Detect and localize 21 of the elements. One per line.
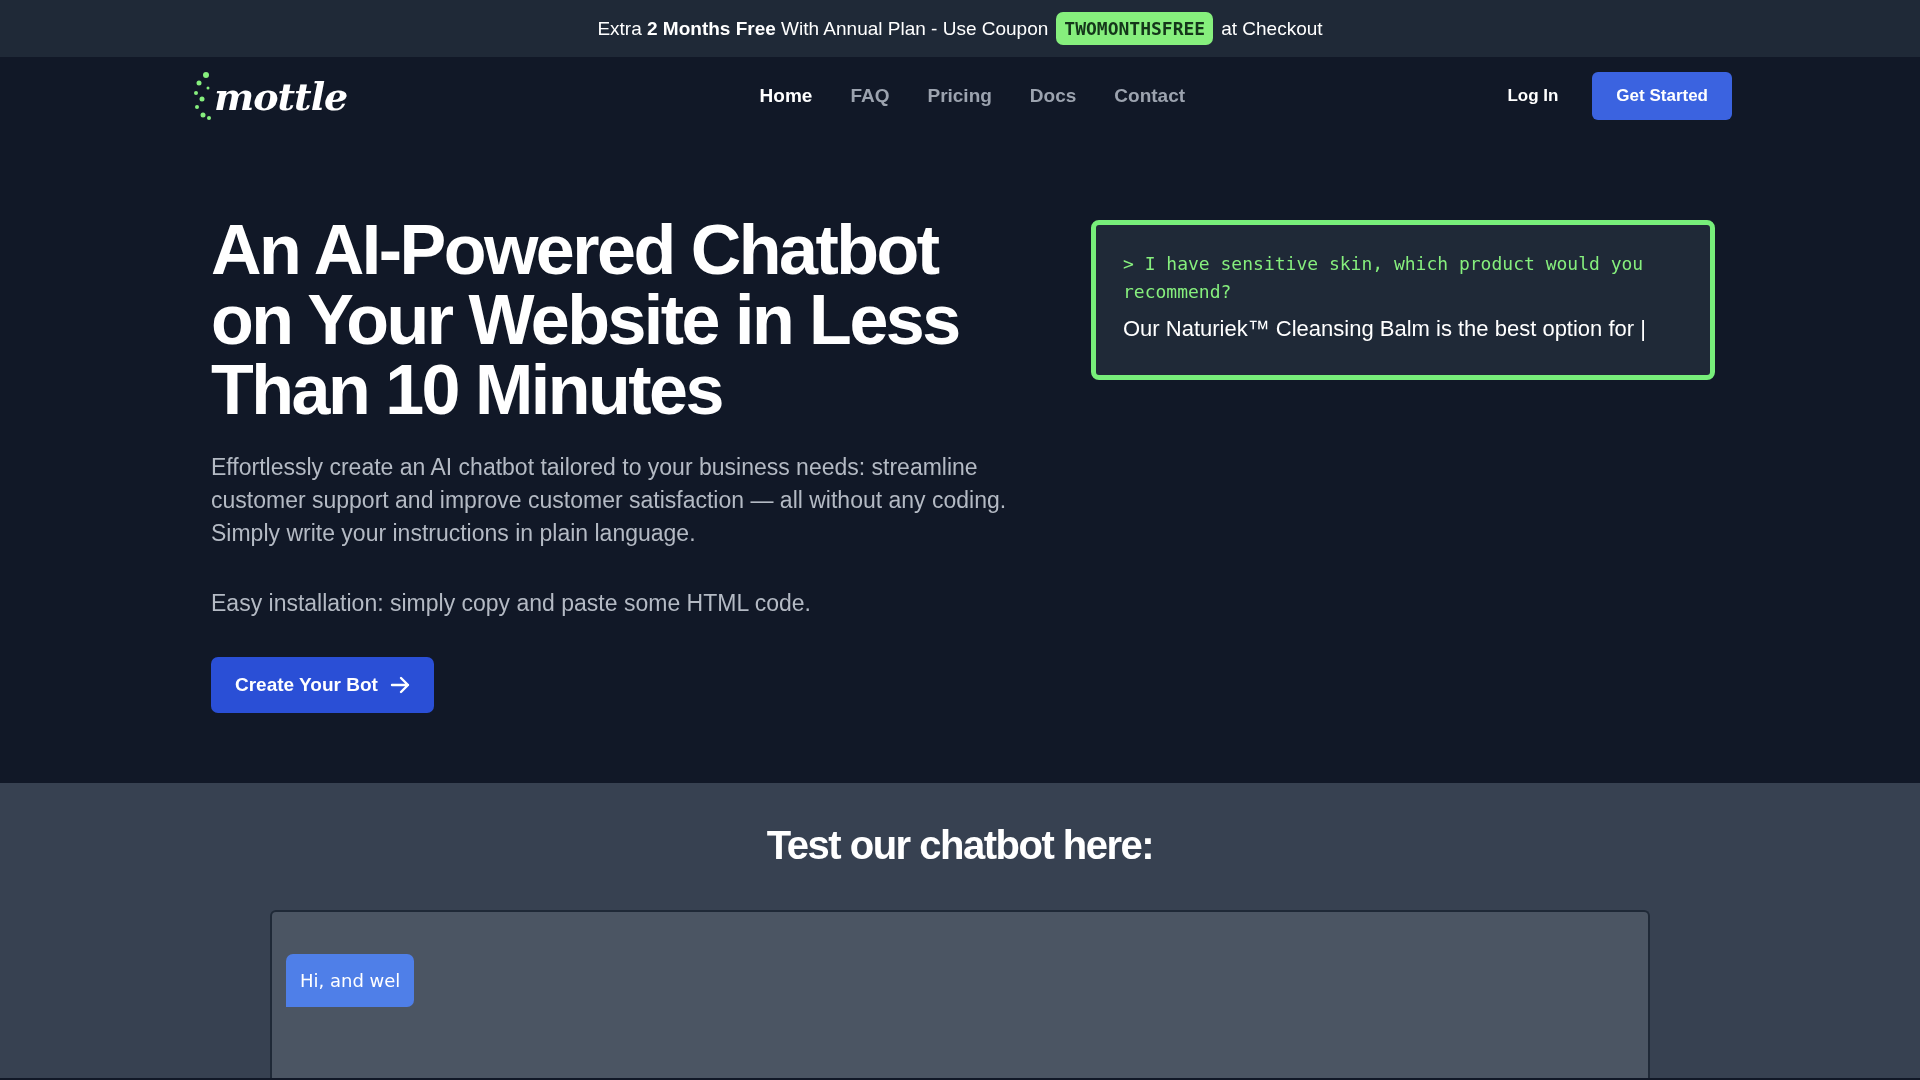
announcement-text: at Checkout	[1221, 17, 1323, 40]
hero-description: Effortlessly create an AI chatbot tailored to your business needs: streamline customer support and improve customer satisfaction — all without any coding. Simply write your instructions in plain language.	[211, 453, 1008, 548]
nav-link[interactable]: Home	[759, 85, 813, 107]
demo-prompt: > I have sensitive skin, which product would you recommend?	[1123, 252, 1645, 304]
chat-bubble: Hi, and wel	[286, 954, 415, 1007]
logo[interactable]: mottle	[194, 71, 348, 121]
nav-link[interactable]: Docs	[1029, 85, 1077, 107]
announcement-text: Extra 2 Months Free With Annual Plan - Use Coupon	[597, 17, 1049, 40]
login-link[interactable]: Log In	[1507, 86, 1559, 106]
create-bot-button[interactable]: Create Your Bot	[211, 657, 434, 713]
coupon-code: TWOMONTHSFREE	[1056, 12, 1214, 45]
hero-title: An AI-Powered Chatbot on Your Website in Less Than 10 Minutes	[211, 215, 960, 425]
get-started-button[interactable]: Get Started	[1592, 72, 1732, 120]
dots-icon	[194, 71, 212, 121]
section-title: Test our chatbot here:	[766, 823, 1154, 868]
demo-answer: Our Naturiek™ Cleansing Balm is the best option for |	[1123, 316, 1647, 342]
install-note: Easy installation: simply copy and paste some HTML code.	[211, 590, 812, 617]
nav-link[interactable]: Contact	[1114, 85, 1186, 107]
arrow-icon	[389, 676, 410, 694]
nav-link[interactable]: Pricing	[927, 85, 992, 107]
nav-link[interactable]: FAQ	[850, 85, 890, 107]
